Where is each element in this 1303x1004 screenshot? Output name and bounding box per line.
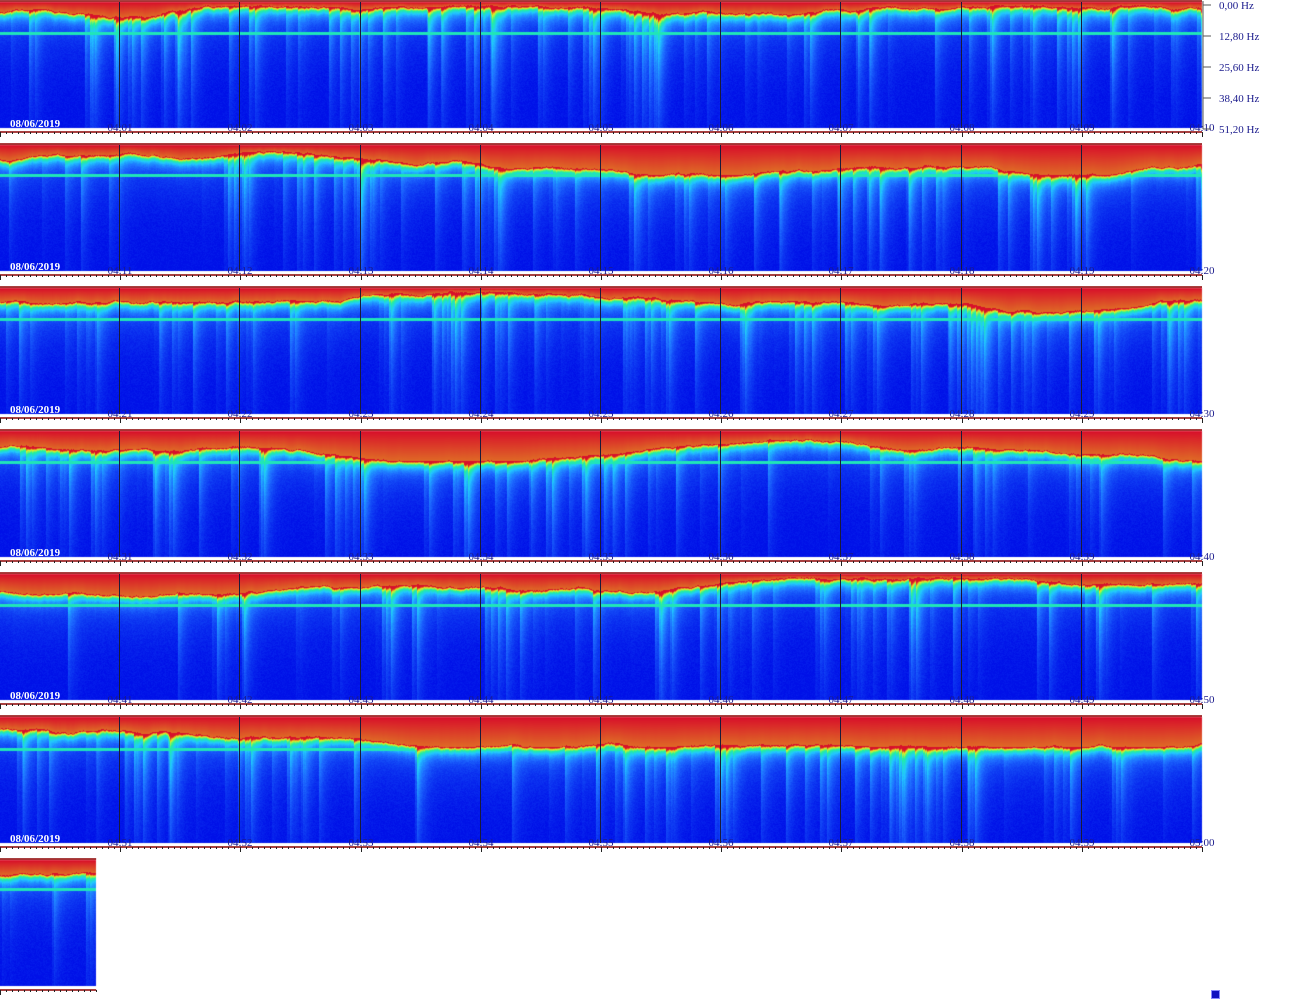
time-tick-label: 04:16 (708, 265, 734, 277)
frequency-tick-label: 12,80 Hz (1219, 31, 1259, 43)
time-tick-label: 04:22 (227, 408, 252, 420)
time-tick-label: 04:55 (588, 837, 614, 849)
time-tick-label: 04:48 (949, 694, 975, 706)
time-tick-label: 04:45 (588, 694, 614, 706)
time-tick-label: 04:58 (949, 837, 975, 849)
time-tick-label: 04:29 (1069, 408, 1095, 420)
corner-marker-icon[interactable] (1211, 990, 1220, 999)
time-tick-label: 04:38 (949, 551, 975, 563)
spectrogram-overlay: 08/06/2019 04:01 04:02 04:03 04:04 04:05 04:06… (0, 0, 1259, 995)
row-date-label: 08/06/2019 (10, 261, 61, 273)
time-tick-label: 04:13 (348, 265, 374, 277)
time-tick-label: 04:26 (708, 408, 734, 420)
time-tick-label: 04:37 (828, 551, 854, 563)
time-tick-label: 04:21 (107, 408, 132, 420)
time-tick-label: 04:04 (468, 122, 494, 134)
frequency-tick-label: 0,00 Hz (1219, 0, 1254, 12)
time-tick-label: 04:02 (227, 122, 252, 134)
time-tick-label: 04:51 (107, 837, 132, 849)
time-tick-label: 04:17 (828, 265, 854, 277)
time-tick-label: 04:44 (468, 694, 494, 706)
time-tick-label: 04:57 (828, 837, 854, 849)
frequency-tick-label: 38,40 Hz (1219, 93, 1259, 105)
time-tick-label: 04:39 (1069, 551, 1095, 563)
row-date-label: 08/06/2019 (10, 118, 61, 130)
time-tick-label: 04:53 (348, 837, 374, 849)
row-date-label: 08/06/2019 (10, 690, 61, 702)
time-tick-label: 04:49 (1069, 694, 1095, 706)
time-tick-label: 04:52 (227, 837, 252, 849)
time-tick-label: 04:09 (1069, 122, 1095, 134)
time-tick-label: 04:14 (468, 265, 494, 277)
frequency-tick-label: 51,20 Hz (1219, 124, 1259, 136)
time-tick-label: 04:15 (588, 265, 614, 277)
time-tick-label: 04:36 (708, 551, 734, 563)
time-tick-label: 04:28 (949, 408, 975, 420)
time-tick-label: 04:50 (1189, 694, 1215, 706)
time-tick-label: 04:10 (1189, 122, 1215, 134)
time-tick-label: 04:08 (949, 122, 975, 134)
time-tick-label: 04:46 (708, 694, 734, 706)
time-tick-label: 04:23 (348, 408, 374, 420)
time-tick-label: 04:35 (588, 551, 614, 563)
time-tick-label: 04:30 (1189, 408, 1215, 420)
time-tick-label: 05:00 (1189, 837, 1215, 849)
frequency-tick-label: 25,60 Hz (1219, 62, 1259, 74)
time-tick-label: 04:56 (708, 837, 734, 849)
time-tick-label: 04:20 (1189, 265, 1215, 277)
time-tick-label: 04:06 (708, 122, 734, 134)
time-tick-label: 04:32 (227, 551, 252, 563)
time-tick-label: 04:41 (107, 694, 132, 706)
spectrogram-stage: 08/06/2019 04:01 04:02 04:03 04:04 04:05 04:06… (0, 0, 1303, 1004)
time-tick-label: 04:01 (107, 122, 132, 134)
time-tick-label: 04:47 (828, 694, 854, 706)
time-tick-label: 04:25 (588, 408, 614, 420)
time-tick-label: 04:43 (348, 694, 374, 706)
time-tick-label: 04:40 (1189, 551, 1215, 563)
row-date-label: 08/06/2019 (10, 404, 61, 416)
time-tick-label: 04:54 (468, 837, 494, 849)
time-tick-label: 04:34 (468, 551, 494, 563)
time-tick-label: 04:05 (588, 122, 614, 134)
time-tick-label: 04:11 (108, 265, 133, 277)
row-date-label: 08/06/2019 (10, 833, 61, 845)
time-tick-label: 04:33 (348, 551, 374, 563)
time-tick-label: 04:18 (949, 265, 975, 277)
time-tick-label: 04:31 (107, 551, 132, 563)
time-tick-label: 04:07 (828, 122, 854, 134)
time-tick-label: 04:19 (1069, 265, 1095, 277)
row-date-label: 08/06/2019 (10, 547, 61, 559)
time-tick-label: 04:42 (227, 694, 252, 706)
time-tick-label: 04:59 (1069, 837, 1095, 849)
time-tick-label: 04:03 (348, 122, 374, 134)
time-tick-label: 04:27 (828, 408, 854, 420)
time-tick-label: 04:24 (468, 408, 494, 420)
time-tick-label: 04:12 (227, 265, 252, 277)
